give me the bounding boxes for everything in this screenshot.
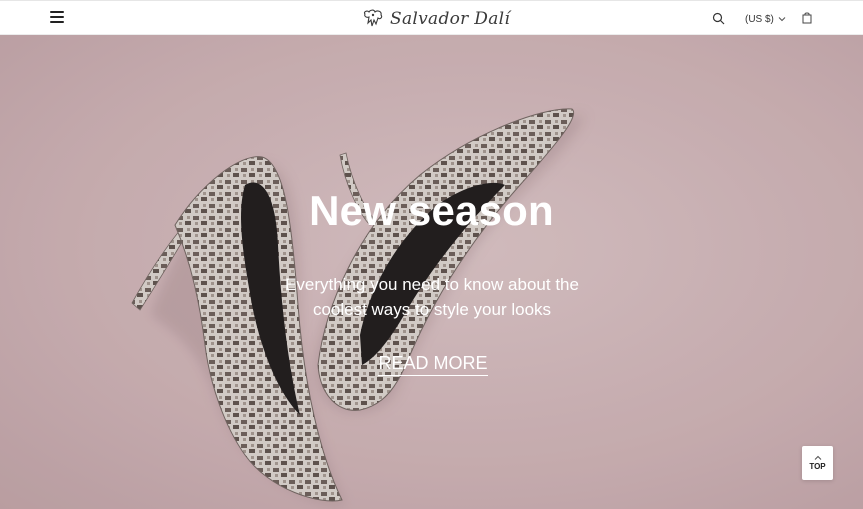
shopping-bag-icon[interactable] [802, 12, 812, 24]
site-header: Salvador Dalí (US $) [0, 0, 863, 35]
chevron-up-icon [814, 455, 821, 460]
hero-subtitle: Everything you need to know about the co… [285, 275, 579, 319]
back-to-top-button[interactable]: TOP [802, 446, 833, 480]
hero-banner: New season Everything you need to know a… [0, 35, 863, 509]
brand-name: Salvador Dalí [390, 9, 511, 29]
logo-mark-icon [363, 9, 383, 27]
currency-label: (US $) [745, 13, 774, 25]
currency-selector[interactable]: (US $) [745, 12, 786, 26]
hero-title: New season [309, 187, 554, 234]
back-to-top-label: TOP [809, 462, 826, 471]
hamburger-menu-icon[interactable] [50, 10, 64, 24]
search-icon[interactable] [712, 12, 725, 25]
brand-logo[interactable]: Salvador Dalí [362, 7, 510, 31]
read-more-link[interactable]: READ MORE [378, 353, 488, 376]
chevron-down-icon [778, 17, 786, 22]
